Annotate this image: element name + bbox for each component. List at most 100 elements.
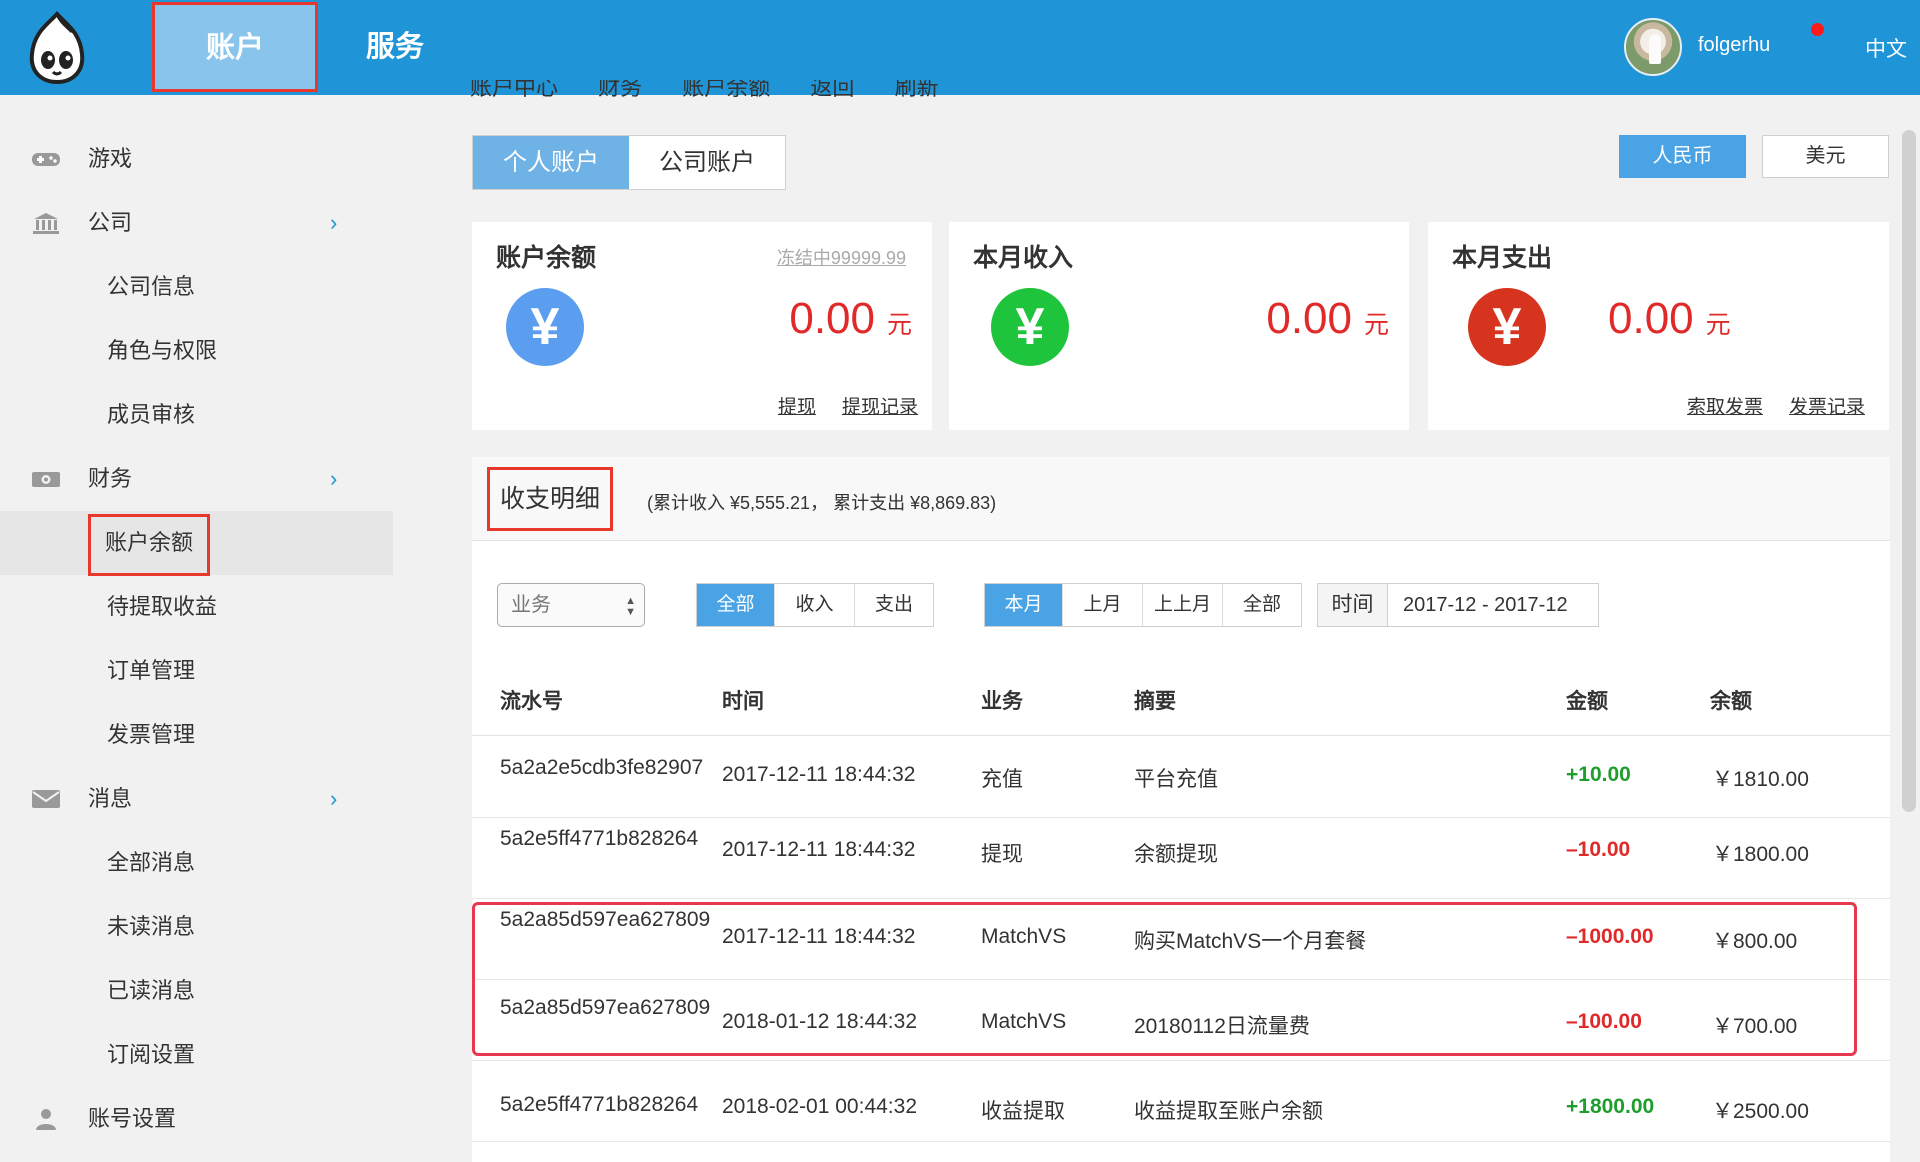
amount-value: 0.00 [1608,294,1694,343]
txn-business: 充值 [981,768,1023,791]
sidebar-item-company[interactable]: 公司 › [0,191,393,255]
balance-card: 账户余额 冻结中99999.99 ¥ 0.00 元 提现 提现记录 [472,222,932,430]
envelope-icon [32,790,60,808]
amount-unit: 元 [886,311,912,339]
sidebar-item-label: 已读消息 [107,978,196,1003]
withdraw-records-link[interactable]: 提现记录 [842,397,918,418]
sidebar-item-label: 发票管理 [107,722,196,747]
totals-summary: (累计收入 ¥5,555.21， 累计支出 ¥8,869.83) [647,493,997,513]
table-row[interactable]: 5a2e5ff4771b828264 2017-12-11 18:44:32 提… [472,818,1890,899]
table-row[interactable]: 5a2a85d597ea627809 2017-12-11 18:44:32 M… [472,899,1890,980]
txn-amount: +1800.00 [1566,1095,1655,1118]
filter-expense[interactable]: 支出 [855,584,933,626]
withdraw-link[interactable]: 提现 [778,397,816,418]
table-row[interactable]: 5a2a85d597ea627809 2018-01-12 18:44:32 M… [472,980,1890,1061]
sidebar-item-label: 公司 [88,210,133,235]
invoice-records-link[interactable]: 发票记录 [1789,397,1865,418]
back-link[interactable]: 返回 [810,80,854,100]
serial-number: 5a2a85d597ea627809 [500,908,711,931]
column-header: 余额 [1710,690,1752,713]
txn-balance: ￥1800.00 [1712,843,1809,866]
sidebar-item-label: 消息 [88,786,133,811]
serial-number: 5a2e5ff4771b828264 [500,1093,699,1116]
sidebar: 游戏 公司 › 公司信息 角色与权限 成员审核 财务 › 账户余额 待提取收益 … [0,95,393,1162]
period-all[interactable]: 全部 [1223,584,1301,626]
txn-summary: 购买MatchVS一个月套餐 [1134,930,1367,953]
sidebar-item-account-balance[interactable]: 账户余额 [0,511,393,576]
chevron-right-icon: › [330,210,338,235]
filter-all[interactable]: 全部 [697,584,775,626]
txn-time: 2017-12-11 18:44:32 [722,925,916,948]
tab-personal-account[interactable]: 个人账户 [473,136,629,189]
frozen-amount-link[interactable]: 冻结中99999.99 [777,244,906,270]
avatar[interactable] [1624,18,1682,76]
refresh-link[interactable]: 刷新 [895,80,939,100]
sidebar-item-all-messages[interactable]: 全部消息 [0,831,393,895]
page-scrollbar[interactable] [1902,130,1916,812]
amount-unit: 元 [1705,311,1731,339]
column-header: 时间 [722,690,764,713]
period-two-months-ago[interactable]: 上上月 [1143,584,1223,626]
period-last-month[interactable]: 上月 [1063,584,1143,626]
sidebar-item-unread-messages[interactable]: 未读消息 [0,895,393,959]
sidebar-item-label: 财务 [88,466,133,491]
sidebar-item-label: 未读消息 [107,914,196,939]
sidebar-item-messages[interactable]: 消息 › [0,767,393,831]
sidebar-item-pending-earnings[interactable]: 待提取收益 [0,575,393,639]
period-this-month[interactable]: 本月 [985,584,1063,626]
nav-tab-service[interactable]: 服务 [360,0,430,95]
txn-time: 2017-12-11 18:44:32 [722,763,916,786]
txn-balance: ￥2500.00 [1712,1100,1809,1123]
sidebar-item-read-messages[interactable]: 已读消息 [0,959,393,1023]
column-header: 金额 [1566,690,1608,713]
txn-balance: ￥700.00 [1712,1015,1798,1038]
balance-amount: 0.00 元 [789,294,912,344]
currency-rmb-button[interactable]: 人民币 [1619,135,1746,178]
time-range-input[interactable]: 2017-12 - 2017-12 [1388,584,1598,626]
breadcrumb-item[interactable]: 账户余额 [682,80,770,100]
txn-business: MatchVS [981,1010,1067,1033]
chevron-right-icon: › [330,786,338,811]
language-switch[interactable]: 中文 [1865,33,1907,63]
tab-company-account[interactable]: 公司账户 [629,136,785,189]
sidebar-item-subscription[interactable]: 订阅设置 [0,1023,393,1087]
money-icon [32,472,60,487]
table-row[interactable]: 5a2a2e5cdb3fe82907 2017-12-11 18:44:32 充… [472,737,1890,818]
sidebar-item-orders[interactable]: 订单管理 [0,639,393,703]
sidebar-item-games[interactable]: 游戏 [0,127,393,191]
txn-business: MatchVS [981,925,1067,948]
sidebar-item-label: 公司信息 [107,274,196,299]
breadcrumb-item[interactable]: 账户中心 [470,80,558,100]
sidebar-item-member-review[interactable]: 成员审核 [0,383,393,447]
sidebar-item-account-settings[interactable]: 账号设置 [0,1087,393,1151]
filter-income[interactable]: 收入 [775,584,855,626]
sidebar-item-label: 订阅设置 [107,1042,196,1067]
txn-amount: –1000.00 [1566,925,1654,948]
table-row[interactable]: 5a2e5ff4771b828264 2018-02-01 00:44:32 收… [472,1061,1890,1142]
txn-amount: –10.00 [1566,838,1631,861]
nav-tab-account[interactable]: 账户 [152,2,318,92]
expense-amount: 0.00 元 [1608,294,1731,344]
column-header: 摘要 [1134,690,1176,713]
table-header: 流水号 时间 业务 摘要 金额 余额 [472,647,1890,736]
transactions-header: 收支明细 (累计收入 ¥5,555.21， 累计支出 ¥8,869.83) [472,457,1890,541]
txn-amount: –100.00 [1566,1010,1642,1033]
breadcrumb-item[interactable]: 财务 [598,80,642,100]
section-title: 收支明细 [487,467,613,531]
notification-dot[interactable] [1811,23,1824,36]
username[interactable]: folgerhu [1698,34,1770,57]
sidebar-item-invoices[interactable]: 发票管理 [0,703,393,767]
currency-usd-button[interactable]: 美元 [1762,135,1889,178]
txn-summary: 平台充值 [1134,768,1218,791]
sidebar-item-company-info[interactable]: 公司信息 [0,255,393,319]
sidebar-item-roles[interactable]: 角色与权限 [0,319,393,383]
gamepad-icon [32,153,60,166]
sidebar-item-label: 订单管理 [107,658,196,683]
request-invoice-link[interactable]: 索取发票 [1687,397,1763,418]
txn-balance: ￥800.00 [1712,930,1798,953]
business-select[interactable]: 业务 ▲ ▼ [497,583,645,627]
sidebar-item-label: 账户余额 [88,514,211,576]
sidebar-item-finance[interactable]: 财务 › [0,447,393,511]
app-logo-icon[interactable] [26,10,88,86]
breadcrumb: 账户中心 财务 账户余额 返回 刷新 [470,80,973,100]
